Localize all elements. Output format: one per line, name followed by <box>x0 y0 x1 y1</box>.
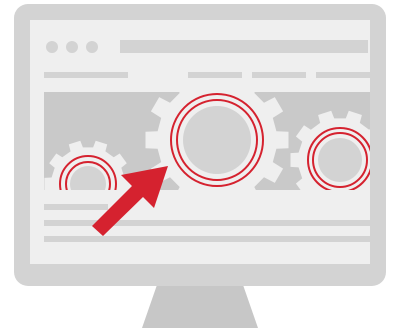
text-line-placeholder <box>44 236 370 242</box>
text-line-placeholder <box>44 204 108 210</box>
address-bar <box>120 40 368 53</box>
nav-item-placeholder <box>188 72 242 78</box>
browser-chrome <box>46 40 368 53</box>
monitor-illustration <box>14 4 386 328</box>
window-dot-icon <box>86 41 98 53</box>
window-dot-icon <box>66 41 78 53</box>
monitor-stand <box>142 282 258 328</box>
window-dot-icon <box>46 41 58 53</box>
nav-item-placeholder <box>316 72 370 78</box>
nav-placeholders <box>44 72 370 78</box>
nav-item-placeholder <box>252 72 306 78</box>
logo-placeholder <box>44 72 128 78</box>
